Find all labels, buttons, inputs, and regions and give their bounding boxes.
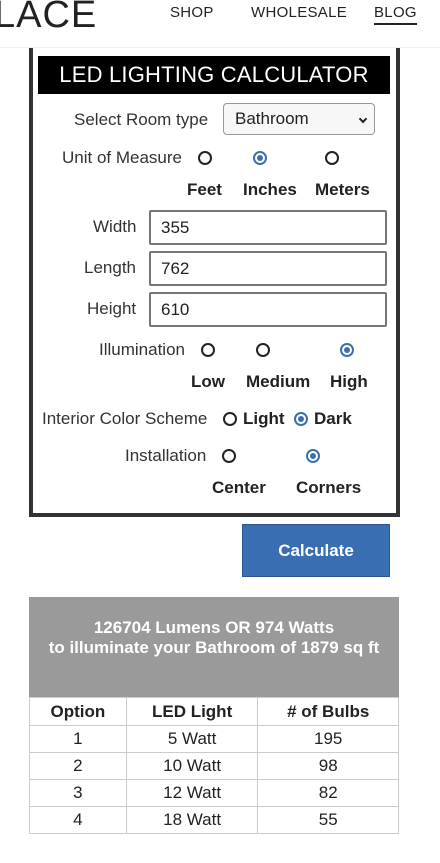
bulbs-cell: 195 (257, 725, 399, 753)
unit-feet-label: Feet (187, 180, 222, 199)
col-bulbs-header: # of Bulbs (257, 697, 399, 726)
nav-shop-link[interactable]: SHOP (170, 4, 214, 21)
col-led-light-header: LED Light (125, 697, 259, 726)
installation-label: Installation (125, 446, 207, 465)
led-light-cell: 12 Watt (125, 779, 259, 807)
chevron-down-icon (358, 114, 368, 124)
nav-blog-link[interactable]: BLOG (374, 4, 417, 25)
color-light-radio[interactable] (223, 412, 237, 426)
option-cell: 3 (29, 779, 127, 807)
length-input[interactable]: 762 (149, 251, 387, 286)
installation-corners-radio[interactable] (306, 449, 320, 463)
calculate-button[interactable]: Calculate (242, 524, 390, 577)
color-scheme-label: Interior Color Scheme (42, 409, 208, 428)
option-cell: 2 (29, 752, 127, 780)
height-label: Height (87, 299, 137, 318)
bulbs-cell: 55 (257, 806, 399, 834)
option-cell: 4 (29, 806, 127, 834)
bulbs-cell: 98 (257, 752, 399, 780)
width-input[interactable]: 355 (149, 210, 387, 245)
unit-inches-radio[interactable] (253, 151, 267, 165)
nav-wholesale-link[interactable]: WHOLESALE (251, 4, 347, 21)
installation-center-radio[interactable] (222, 449, 236, 463)
site-header: LACE SHOP WHOLESALE BLOG (0, 0, 440, 48)
led-light-cell: 18 Watt (125, 806, 259, 834)
unit-meters-label: Meters (315, 180, 370, 199)
color-dark-radio[interactable] (294, 412, 308, 426)
table-header-row: Option LED Light # of Bulbs (29, 697, 399, 726)
result-room-area: to illuminate your Bathroom of 1879 sq f… (48, 638, 380, 657)
illumination-label: Illumination (99, 340, 185, 359)
room-type-select[interactable]: Bathroom (223, 103, 375, 135)
illumination-high-label: High (330, 372, 368, 391)
table-row: 2 10 Watt 98 (29, 752, 399, 780)
installation-corners-label: Corners (296, 478, 362, 497)
illumination-medium-radio[interactable] (256, 343, 270, 357)
result-summary: 126704 Lumens OR 974 Watts to illuminate… (29, 597, 399, 697)
width-label: Width (93, 217, 137, 236)
site-logo[interactable]: LACE (0, 0, 97, 37)
installation-center-label: Center (212, 478, 266, 497)
unit-feet-radio[interactable] (198, 151, 212, 165)
table-row: 3 12 Watt 82 (29, 779, 399, 807)
option-cell: 1 (29, 725, 127, 753)
col-option-header: Option (29, 697, 127, 726)
illumination-low-radio[interactable] (201, 343, 215, 357)
illumination-medium-label: Medium (246, 372, 311, 391)
illumination-high-radio[interactable] (340, 343, 354, 357)
room-type-label: Select Room type (74, 110, 209, 129)
length-label: Length (84, 258, 136, 277)
height-input[interactable]: 610 (149, 292, 387, 327)
table-row: 1 5 Watt 195 (29, 725, 399, 753)
unit-label: Unit of Measure (62, 148, 182, 167)
led-light-cell: 5 Watt (125, 725, 259, 753)
color-light-label: Light (243, 409, 285, 428)
led-light-cell: 10 Watt (125, 752, 259, 780)
result-lumens-watts: 126704 Lumens OR 974 Watts (93, 618, 335, 637)
calculator-title: LED LIGHTING CALCULATOR (38, 56, 390, 94)
color-dark-label: Dark (314, 409, 352, 428)
room-type-value: Bathroom (235, 109, 309, 128)
illumination-low-label: Low (191, 372, 225, 391)
table-row: 4 18 Watt 55 (29, 806, 399, 834)
unit-meters-radio[interactable] (325, 151, 339, 165)
bulbs-cell: 82 (257, 779, 399, 807)
unit-inches-label: Inches (243, 180, 297, 199)
bulb-options-table: Option LED Light # of Bulbs 1 5 Watt 195… (29, 697, 399, 834)
